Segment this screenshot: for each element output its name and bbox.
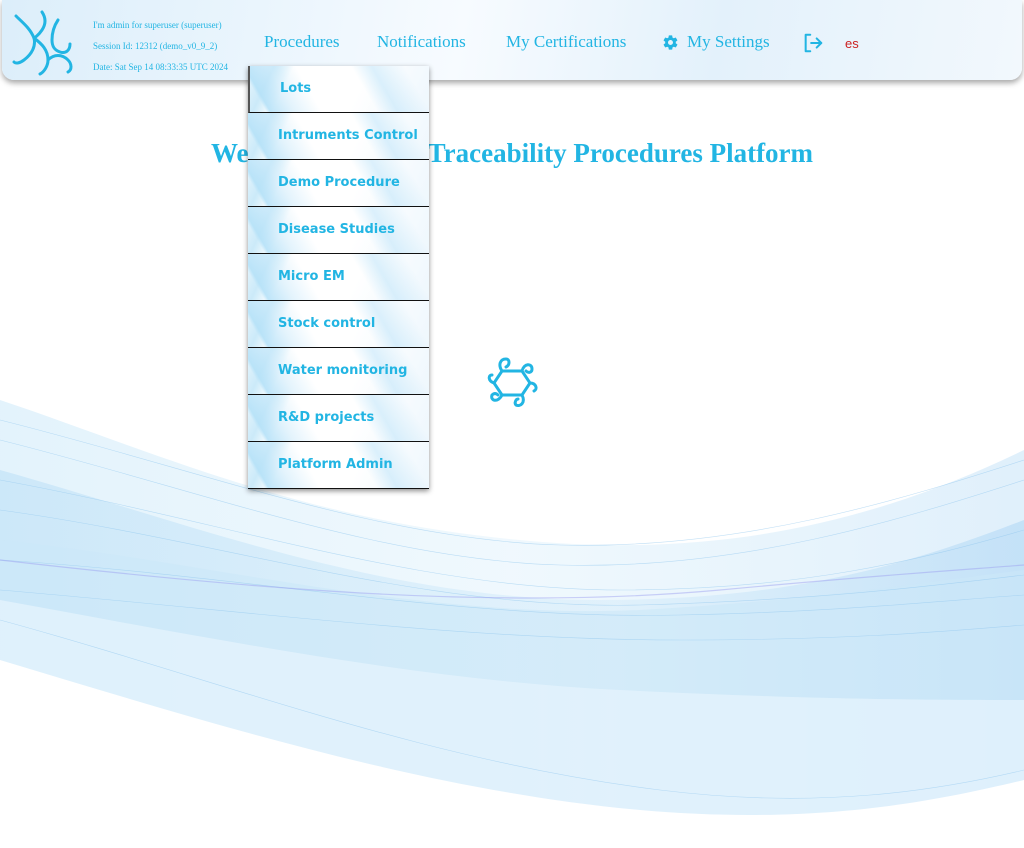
- session-id: Session Id: 12312 (demo_v0_9_2): [93, 41, 218, 51]
- dropdown-item-label: Demo Procedure: [278, 175, 400, 190]
- language-switch[interactable]: es: [845, 36, 859, 51]
- dropdown-item-label: Micro EM: [278, 269, 345, 284]
- session-info: I'm admin for superuser (superuser) Sess…: [93, 15, 228, 78]
- background-waves: [0, 0, 1024, 848]
- trazit-logo-icon[interactable]: [12, 8, 74, 76]
- procedures-dropdown: Lots Intruments Control Demo Procedure D…: [248, 66, 429, 489]
- dropdown-item-label: Disease Studies: [278, 222, 395, 237]
- welcome-title: Welcome to Trazit Traceability Procedure…: [210, 138, 814, 168]
- dropdown-item-label: Stock control: [278, 316, 376, 331]
- nav-my-settings-label: My Settings: [687, 32, 770, 51]
- user-info: I'm admin for superuser (superuser): [93, 20, 222, 30]
- dropdown-item-rd-projects[interactable]: R&D projects: [248, 395, 429, 442]
- nav-my-settings[interactable]: My Settings: [662, 32, 770, 52]
- page: I'm admin for superuser (superuser) Sess…: [0, 0, 1024, 848]
- dropdown-item-stock-control[interactable]: Stock control: [248, 301, 429, 348]
- dropdown-item-label: Intruments Control: [278, 128, 418, 143]
- dropdown-item-micro-em[interactable]: Micro EM: [248, 254, 429, 301]
- dropdown-item-label: R&D projects: [278, 410, 375, 425]
- dropdown-item-lots[interactable]: Lots: [248, 66, 429, 113]
- nav-notifications[interactable]: Notifications: [377, 32, 466, 52]
- dropdown-item-label: Lots: [280, 81, 312, 96]
- nav-my-certifications[interactable]: My Certifications: [506, 32, 626, 52]
- gear-icon: [663, 34, 678, 50]
- dropdown-item-label: Water monitoring: [278, 363, 408, 378]
- dropdown-item-demo-procedure[interactable]: Demo Procedure: [248, 160, 429, 207]
- nav-procedures[interactable]: Procedures: [264, 32, 340, 52]
- session-date: Date: Sat Sep 14 08:33:35 UTC 2024: [93, 62, 228, 72]
- dropdown-item-platform-admin[interactable]: Platform Admin: [248, 442, 429, 489]
- logout-icon[interactable]: [802, 32, 824, 54]
- dropdown-item-intruments-control[interactable]: Intruments Control: [248, 113, 429, 160]
- dropdown-item-label: Platform Admin: [278, 457, 393, 472]
- dropdown-item-water-monitoring[interactable]: Water monitoring: [248, 348, 429, 395]
- trazit-logo-icon: [487, 357, 538, 407]
- dropdown-item-disease-studies[interactable]: Disease Studies: [248, 207, 429, 254]
- header-bar: I'm admin for superuser (superuser) Sess…: [2, 0, 1022, 80]
